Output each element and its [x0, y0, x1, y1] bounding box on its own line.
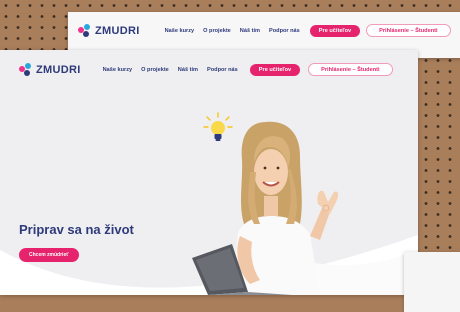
nav-link-support[interactable]: Podpor nás — [269, 28, 300, 34]
screen-corner — [404, 252, 460, 312]
nav-link-team[interactable]: Náš tím — [178, 67, 198, 73]
navbar: ZMUDRI Naše kurzy O projekte Náš tím Pod… — [19, 63, 393, 76]
logo[interactable]: ZMUDRI — [19, 63, 81, 76]
nav-link-courses[interactable]: Naše kurzy — [165, 28, 195, 34]
teacher-button[interactable]: Pre učiteľov — [309, 24, 361, 37]
nav-link-about[interactable]: O projekte — [203, 28, 231, 34]
brand-name: ZMUDRI — [36, 63, 81, 76]
nav-link-support[interactable]: Podpor nás — [207, 67, 238, 73]
cta-button[interactable]: Chcem zmúdrieť — [19, 248, 79, 262]
nav-link-team[interactable]: Náš tím — [240, 28, 260, 34]
brand-name: ZMUDRI — [95, 24, 140, 37]
student-login-button[interactable]: Prihlásenie – Študenti — [308, 63, 393, 76]
hero-person-image — [192, 121, 339, 295]
zmudri-logo-icon — [78, 24, 91, 37]
nav-link-courses[interactable]: Naše kurzy — [103, 67, 133, 73]
navbar-back: ZMUDRI Naše kurzy O projekte Náš tím Pod… — [78, 24, 451, 37]
logo-back[interactable]: ZMUDRI — [78, 24, 140, 37]
nav-link-about[interactable]: O projekte — [141, 67, 169, 73]
screen-front: ZMUDRI Naše kurzy O projekte Náš tím Pod… — [0, 50, 418, 295]
zmudri-logo-icon — [19, 63, 32, 76]
teacher-button[interactable]: Pre učiteľov — [249, 63, 301, 76]
hero-title: Priprav sa na život — [19, 222, 134, 237]
student-login-button[interactable]: Prihlásenie – Študenti — [366, 24, 451, 37]
